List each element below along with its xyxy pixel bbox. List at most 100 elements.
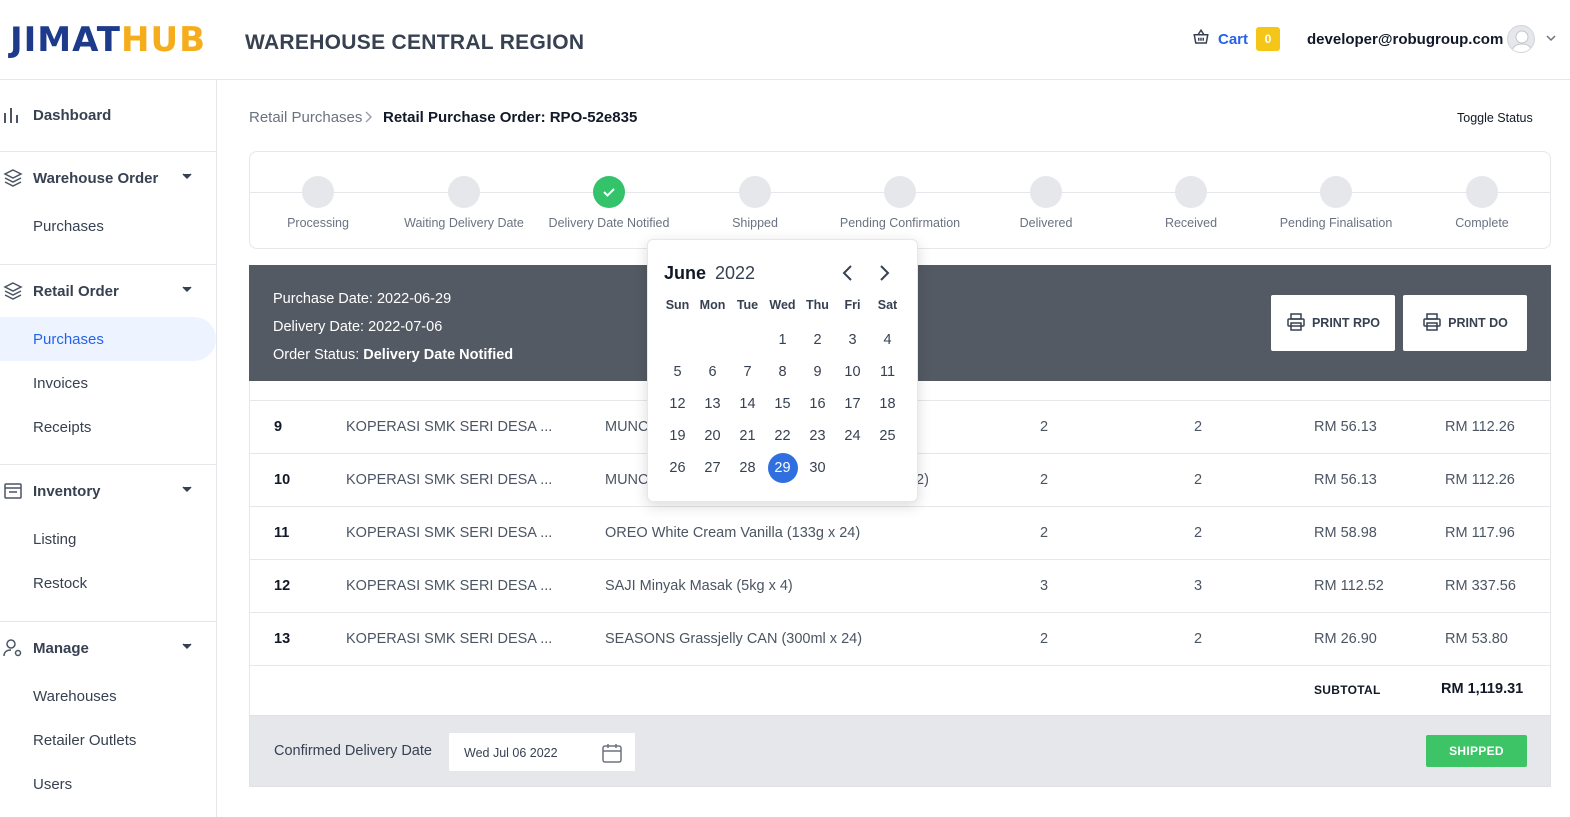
- brand-logo[interactable]: JIMAT HUB: [10, 20, 206, 60]
- sidebar-item-receipts[interactable]: Receipts: [0, 405, 216, 449]
- picker-day[interactable]: 11: [873, 357, 903, 387]
- sidebar-item-users[interactable]: Users: [0, 762, 216, 806]
- row-product: MUNC: [605, 472, 649, 488]
- picker-day[interactable]: 9: [803, 357, 833, 387]
- picker-day[interactable]: 7: [733, 357, 763, 387]
- sidebar-item-label: Receipts: [33, 418, 92, 436]
- row-cooperative: KOPERASI SMK SERI DESA ...: [346, 578, 553, 594]
- chevron-down-icon[interactable]: [1545, 31, 1557, 49]
- order-status-value: Delivery Date Notified: [363, 347, 514, 363]
- sidebar-divider: [0, 264, 216, 265]
- picker-day[interactable]: 13: [698, 389, 728, 419]
- shipped-button[interactable]: SHIPPED: [1426, 735, 1527, 767]
- confirmed-delivery-date-input[interactable]: Wed Jul 06 2022: [448, 732, 636, 772]
- weekday-label: Thu: [806, 298, 829, 312]
- picker-day[interactable]: 4: [873, 325, 903, 355]
- row-total: RM 112.26: [1445, 419, 1515, 435]
- sidebar-item-invoices[interactable]: Invoices: [0, 361, 216, 405]
- picker-year[interactable]: 2022: [715, 263, 755, 284]
- calendar-icon[interactable]: [601, 742, 623, 769]
- picker-day[interactable]: 17: [838, 389, 868, 419]
- picker-day[interactable]: 14: [733, 389, 763, 419]
- chevron-right-icon: [363, 110, 375, 129]
- picker-day[interactable]: 1: [768, 325, 798, 355]
- sidebar-group-retail-order[interactable]: Retail Order: [0, 269, 216, 313]
- row-number: 9: [274, 419, 283, 435]
- picker-day[interactable]: 3: [838, 325, 868, 355]
- sidebar-item-label: Warehouse Order: [33, 169, 159, 187]
- picker-day[interactable]: 12: [663, 389, 693, 419]
- picker-day[interactable]: 27: [698, 453, 728, 483]
- user-email[interactable]: developer@robugroup.com: [1307, 31, 1503, 48]
- chevron-left-icon[interactable]: [841, 264, 855, 287]
- picker-day[interactable]: 20: [698, 421, 728, 451]
- sidebar-item-dashboard[interactable]: Dashboard: [0, 93, 216, 137]
- picker-day[interactable]: 25: [873, 421, 903, 451]
- picker-day[interactable]: 23: [803, 421, 833, 451]
- row-unit-price: RM 56.13: [1314, 472, 1377, 488]
- sidebar-item-warehouse-purchases[interactable]: Purchases: [0, 204, 216, 248]
- sidebar-item-label: Purchases: [33, 217, 104, 235]
- weekday-label: Mon: [699, 298, 726, 312]
- row-total: RM 53.80: [1445, 631, 1508, 647]
- print-do-button[interactable]: PRINT DO: [1403, 295, 1527, 351]
- table-row: 13 KOPERASI SMK SERI DESA ... SEASONS Gr…: [250, 613, 1550, 666]
- avatar[interactable]: [1507, 25, 1535, 53]
- chevron-down-icon: [181, 639, 193, 657]
- picker-day[interactable]: 15: [768, 389, 798, 419]
- row-unit-price: RM 58.98: [1314, 525, 1377, 541]
- cart-button[interactable]: Cart 0: [1192, 27, 1281, 51]
- manage-icon: [3, 638, 23, 658]
- layers-icon: [3, 281, 23, 301]
- step-label: Complete: [1455, 216, 1509, 230]
- chart-icon: [3, 105, 23, 125]
- picker-day[interactable]: 6: [698, 357, 728, 387]
- picker-day[interactable]: 2: [803, 325, 833, 355]
- region-title: WAREHOUSE CENTRAL REGION: [245, 31, 585, 54]
- sidebar-item-retailer-outlets[interactable]: Retailer Outlets: [0, 718, 216, 762]
- picker-day[interactable]: 22: [768, 421, 798, 451]
- sidebar-item-restock[interactable]: Restock: [0, 561, 216, 605]
- sidebar-item-label: Listing: [33, 530, 77, 548]
- purchase-date: Purchase Date: 2022-06-29: [273, 291, 452, 307]
- weekday-label: Fri: [844, 298, 861, 312]
- picker-day[interactable]: 28: [733, 453, 763, 483]
- print-rpo-button[interactable]: PRINT RPO: [1271, 295, 1395, 351]
- picker-day[interactable]: 10: [838, 357, 868, 387]
- picker-day[interactable]: 16: [803, 389, 833, 419]
- cart-icon: [1192, 28, 1210, 51]
- picker-day[interactable]: 30: [803, 453, 833, 483]
- chevron-right-icon[interactable]: [877, 264, 891, 287]
- sidebar-group-warehouse-order[interactable]: Warehouse Order: [0, 156, 216, 200]
- row-total: RM 117.96: [1445, 525, 1515, 541]
- sidebar-group-manage[interactable]: Manage: [0, 626, 216, 670]
- picker-day[interactable]: 19: [663, 421, 693, 451]
- step-dot: [1030, 176, 1062, 208]
- breadcrumb-parent-link[interactable]: Retail Purchases: [249, 109, 362, 126]
- layers-icon: [3, 168, 23, 188]
- row-quantity: 2: [1040, 419, 1049, 435]
- row-cooperative: KOPERASI SMK SERI DESA ...: [346, 631, 553, 647]
- sidebar: Dashboard Warehouse Order Purchases Reta…: [0, 80, 217, 817]
- sidebar-item-warehouses[interactable]: Warehouses: [0, 674, 216, 718]
- printer-icon: [1286, 312, 1306, 335]
- weekday-label: Sat: [877, 298, 898, 312]
- picker-day[interactable]: 18: [873, 389, 903, 419]
- logo-text-jimat: JIMAT: [10, 20, 122, 60]
- sidebar-group-inventory[interactable]: Inventory: [0, 469, 216, 513]
- picker-day[interactable]: 5: [663, 357, 693, 387]
- picker-month[interactable]: June: [664, 263, 706, 284]
- row-cooperative: KOPERASI SMK SERI DESA ...: [346, 419, 553, 435]
- picker-day[interactable]: 26: [663, 453, 693, 483]
- sidebar-item-label: Invoices: [33, 374, 89, 392]
- toggle-status-button[interactable]: Toggle Status: [1457, 111, 1533, 125]
- picker-day[interactable]: 21: [733, 421, 763, 451]
- row-product: OREO White Cream Vanilla (133g x 24): [605, 525, 861, 541]
- sidebar-item-retail-purchases[interactable]: Purchases: [0, 317, 216, 361]
- picker-day[interactable]: 8: [768, 357, 798, 387]
- row-product: SAJI Minyak Masak (5kg x 4): [605, 578, 793, 594]
- step-dot: [739, 176, 771, 208]
- picker-day-selected[interactable]: 29: [767, 453, 798, 483]
- sidebar-item-listing[interactable]: Listing: [0, 517, 216, 561]
- picker-day[interactable]: 24: [838, 421, 868, 451]
